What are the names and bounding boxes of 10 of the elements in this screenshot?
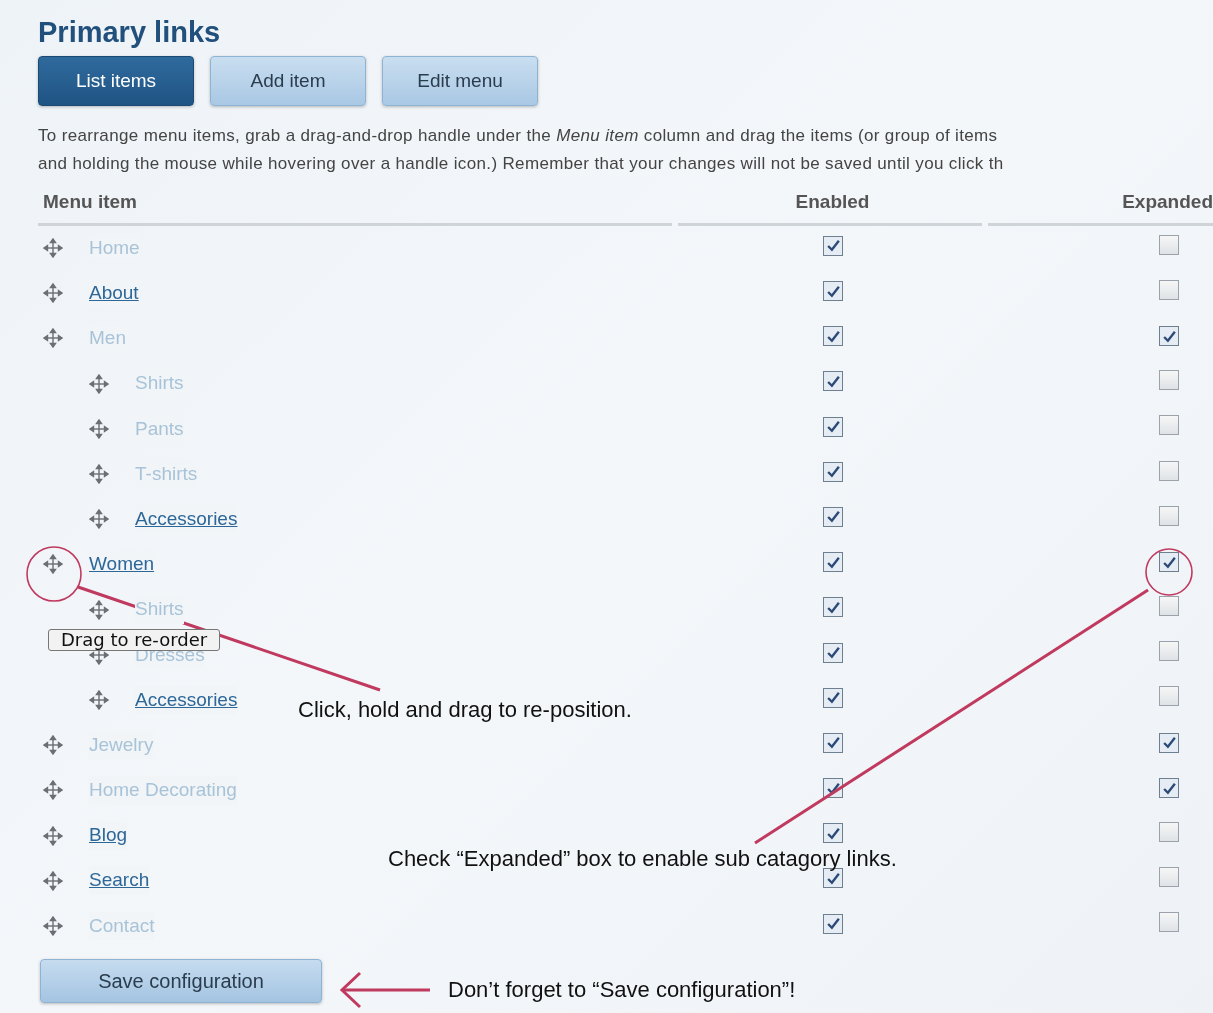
annotation-text: Don’t forget to “Save configuration”! xyxy=(448,976,796,1004)
instruction-text: To rearrange menu items, grab a drag-and-drop handle under the Menu item column and drag the items (or group of items xyxy=(38,125,999,147)
instruction-text: and holding the mouse while hovering over a handle icon.) Remember that your changes will not be saved until you click th xyxy=(38,153,1005,175)
column-header: Enabled xyxy=(678,186,982,226)
column-header: Expanded xyxy=(988,186,1213,226)
annotation-text: Check “Expanded” box to enable sub catagory links. xyxy=(388,845,897,873)
page-title: Primary links xyxy=(38,15,222,50)
tooltip: Drag to re-order xyxy=(48,629,221,651)
column-header: Menu item xyxy=(38,186,672,226)
annotation-text: Click, hold and drag to re-position. xyxy=(298,696,632,724)
